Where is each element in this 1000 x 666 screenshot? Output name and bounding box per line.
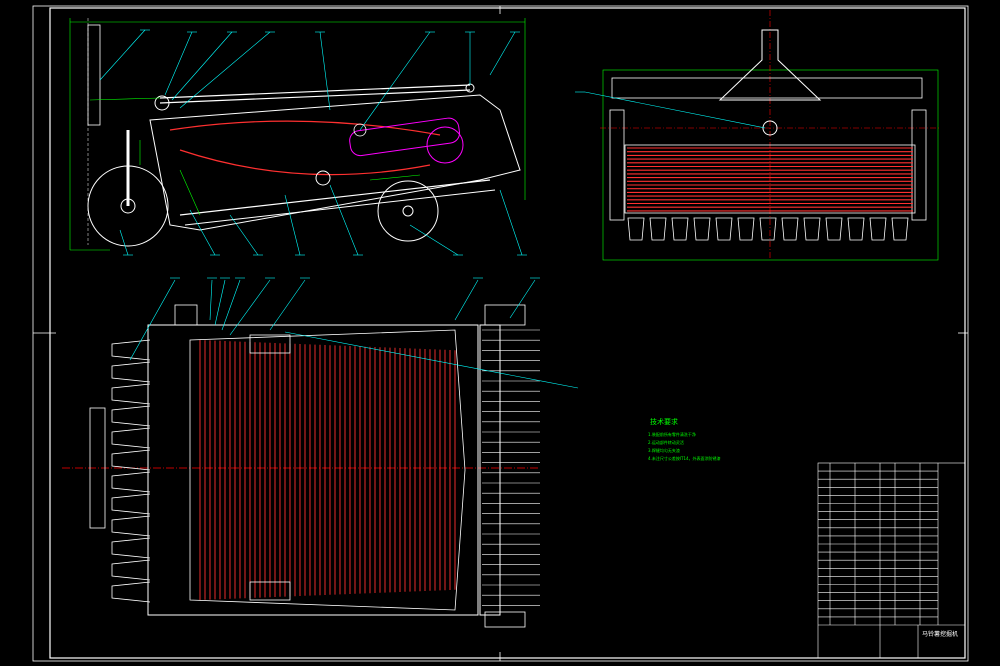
tech-requirements-title: 技术要求 [650, 418, 678, 426]
front-view [584, 10, 940, 261]
tech-requirement-2: 2.运动部件转动灵活 [648, 440, 684, 445]
top-view [62, 279, 579, 628]
left-digging-teeth [111, 339, 151, 603]
drawing-title: 马铃薯挖掘机 [922, 631, 959, 638]
top-conveyor-bars [199, 340, 456, 600]
front-digging-teeth [627, 217, 909, 241]
cad-drawing-canvas [32, 5, 969, 662]
side-view [69, 18, 526, 256]
tech-requirement-4: 4.未注尺寸公差按IT14，外表面涂防锈漆 [648, 456, 721, 461]
tech-requirement-1: 1.装配前所有零件清洗干净 [648, 432, 696, 437]
tech-requirement-3: 3.焊缝均匀无夹渣 [648, 448, 680, 453]
